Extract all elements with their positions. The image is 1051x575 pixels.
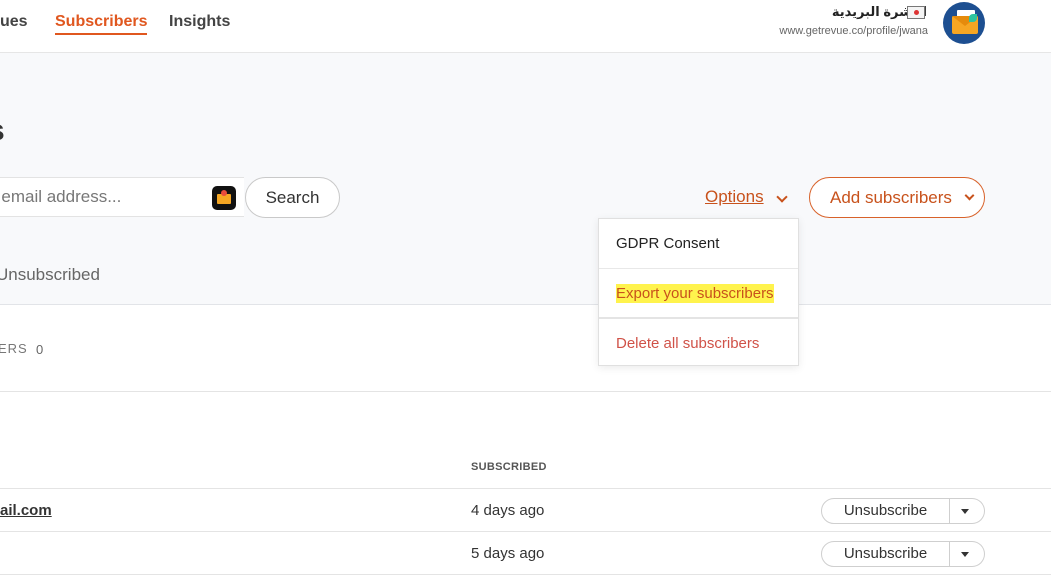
- nav-subscribers[interactable]: Subscribers: [55, 13, 148, 35]
- options-dropdown-menu: GDPR Consent Export your subscribers Del…: [598, 218, 799, 366]
- search-box: [0, 177, 244, 217]
- divider: [0, 531, 1051, 532]
- tab-unsubscribed[interactable]: Unsubscribed: [0, 265, 100, 285]
- page-title: s: [0, 114, 5, 148]
- caret-down-icon[interactable]: [950, 498, 985, 524]
- subscriber-count-value: 0: [36, 342, 44, 357]
- nav-insights[interactable]: Insights: [169, 13, 230, 31]
- options-link[interactable]: Options: [705, 187, 764, 207]
- divider: [0, 391, 1051, 392]
- subscribers-header-panel: s Search Options Add subscribers Unsubsc…: [0, 53, 1051, 305]
- menu-item-gdpr-consent[interactable]: GDPR Consent: [599, 219, 798, 268]
- divider: [0, 488, 1051, 489]
- search-button[interactable]: Search: [245, 177, 340, 218]
- add-subscribers-label: Add subscribers: [830, 188, 952, 207]
- top-navigation-bar: ues Subscribers Insights النشرة البريدية…: [0, 0, 1051, 53]
- newsletter-icon: [907, 6, 925, 19]
- nav-issues[interactable]: ues: [0, 13, 28, 31]
- subscribed-time: 4 days ago: [471, 502, 545, 519]
- avatar[interactable]: [943, 2, 985, 44]
- subscribed-time: 5 days ago: [471, 545, 545, 562]
- subscriber-count-label: ERS: [0, 341, 28, 356]
- leaf-icon: [969, 14, 977, 22]
- add-subscribers-button[interactable]: Add subscribers: [809, 177, 985, 218]
- chevron-down-icon[interactable]: [776, 191, 788, 203]
- menu-item-delete-all-subscribers[interactable]: Delete all subscribers: [599, 317, 798, 366]
- column-header-subscribed: SUBSCRIBED: [471, 461, 547, 473]
- menu-item-export-label: Export your subscribers: [616, 284, 774, 303]
- search-input[interactable]: [0, 178, 201, 216]
- menu-item-export-subscribers[interactable]: Export your subscribers: [599, 268, 798, 317]
- subscriber-email[interactable]: ail.com: [0, 502, 52, 519]
- unsubscribe-button[interactable]: Unsubscribe: [821, 498, 950, 524]
- unsubscribe-button[interactable]: Unsubscribe: [821, 541, 950, 567]
- extension-icon[interactable]: [212, 186, 236, 210]
- chevron-down-icon: [964, 190, 975, 201]
- caret-down-icon[interactable]: [950, 541, 985, 567]
- profile-url[interactable]: www.getrevue.co/profile/jwana: [779, 25, 928, 37]
